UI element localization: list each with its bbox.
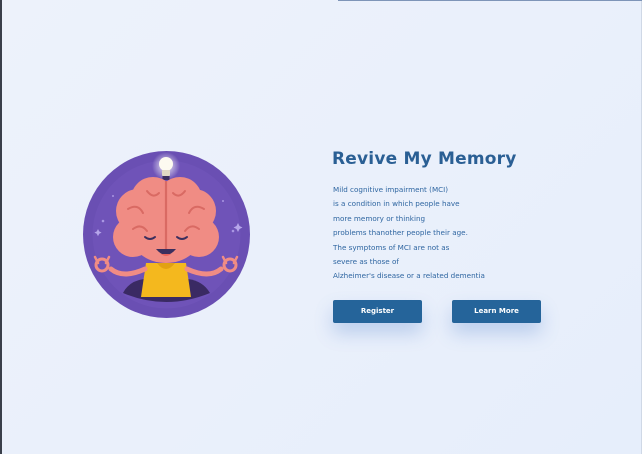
brain-icon bbox=[83, 151, 250, 318]
window-edge-left bbox=[0, 0, 2, 454]
description-line: problems thanother people their age. bbox=[333, 228, 468, 238]
page-title: Revive My Memory bbox=[332, 149, 517, 169]
description-line: The symptoms of MCI are not as bbox=[333, 242, 450, 252]
window-edge-top bbox=[338, 0, 642, 1]
description: Mild cognitive impairment (MCI) is a con… bbox=[333, 183, 533, 284]
description-line: is a condition in which people have bbox=[333, 199, 460, 209]
description-line: severe as those of bbox=[333, 256, 399, 266]
description-line: more memory or thinking bbox=[333, 213, 426, 223]
description-line: Alzheimer's disease or a related dementi… bbox=[333, 271, 485, 281]
register-button[interactable]: Register bbox=[333, 300, 422, 323]
description-line: Mild cognitive impairment (MCI) bbox=[333, 185, 449, 194]
learn-more-button[interactable]: Learn More bbox=[452, 300, 541, 323]
meditating-brain-illustration bbox=[83, 151, 250, 318]
